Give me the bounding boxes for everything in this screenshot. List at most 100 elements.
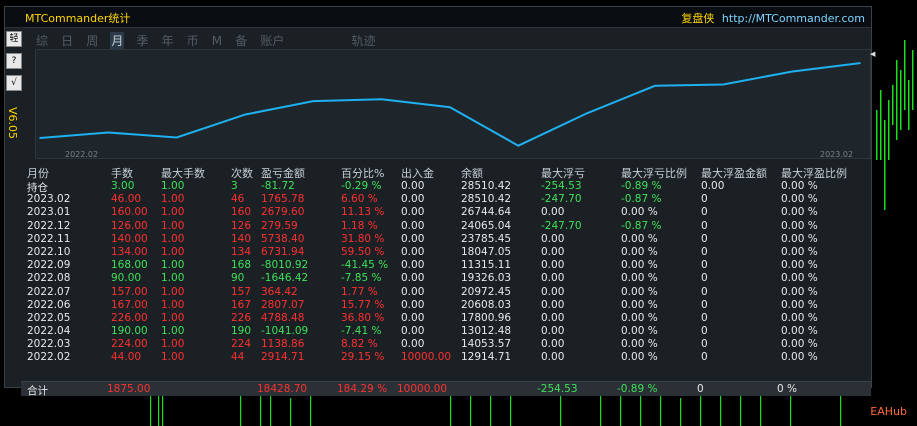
table-cell: 1765.78	[261, 193, 305, 206]
table-cell: -0.89 %	[621, 180, 662, 192]
table-row[interactable]: 2022.04 190.00 1.00 190 -1041.09 -7.41 % 0.00 1…	[27, 325, 873, 338]
tab-year[interactable]: 年	[161, 32, 175, 49]
column-header[interactable]: 最大浮盈比例	[781, 165, 847, 181]
table-cell: 18047.05	[461, 245, 512, 258]
table-cell: 0.00 %	[781, 351, 818, 364]
column-header[interactable]: 出入金	[401, 165, 434, 181]
column-header[interactable]: 手数	[111, 165, 133, 181]
table-row[interactable]: 持仓 3.00 1.00 3 -81.72 -0.29 % 0.00 28510.42 -254…	[27, 180, 873, 194]
table-cell: 46.00	[111, 193, 142, 206]
candle	[896, 60, 898, 140]
table-cell: 2807.07	[261, 298, 305, 311]
period-tabs: 综 日 周 月 季 年 币 M 备 账户 轨迹	[35, 30, 382, 49]
column-header[interactable]: 最大浮亏	[541, 165, 585, 181]
column-header[interactable]: 百分比%	[341, 165, 384, 181]
table-cell: 10000.00	[401, 351, 452, 364]
table-cell: 0.00	[401, 259, 425, 272]
table-cell: 226	[231, 311, 252, 324]
column-header[interactable]: 月份	[27, 165, 49, 181]
table-cell: -7.85 %	[341, 272, 382, 285]
table-cell: 0.00	[401, 219, 425, 232]
balance-point	[654, 85, 656, 87]
table-row[interactable]: 2022.07 157.00 1.00 157 364.42 1.77 % 0.00 2097…	[27, 286, 873, 299]
chart-x-end-label: 2023.02	[820, 150, 854, 159]
balance-point	[107, 131, 110, 134]
balance-chart-svg	[39, 62, 861, 147]
table-row[interactable]: 2023.01 160.00 1.00 160 2679.60 11.13 % 0.00 26…	[27, 206, 873, 219]
table-row[interactable]: 2022.10 134.00 1.00 134 6731.94 59.50 % 0.00 18…	[27, 246, 873, 259]
tab-trajectory[interactable]: 轨迹	[350, 32, 376, 49]
tab-magic[interactable]: M	[211, 34, 223, 48]
table-cell: 0.00	[541, 232, 565, 245]
table-cell: 1.00	[161, 285, 185, 298]
confirm-button[interactable]: √	[6, 75, 22, 91]
candle	[490, 396, 492, 426]
table-row[interactable]: 2022.12 126.00 1.00 126 279.59 1.18 % 0.00 2406…	[27, 220, 873, 233]
table-row[interactable]: 2022.11 140.00 1.00 140 5738.40 31.80 % 0.00 23…	[27, 233, 873, 246]
table-cell: 0.00 %	[621, 245, 658, 258]
column-header[interactable]: 最大手数	[161, 165, 205, 181]
tab-quarter[interactable]: 季	[135, 32, 149, 49]
table-cell: 1.00	[161, 219, 185, 232]
table-cell: 2022.05	[27, 311, 71, 324]
table-body: 持仓 3.00 1.00 3 -81.72 -0.29 % 0.00 28510.42 -254…	[27, 180, 873, 365]
table-row[interactable]: 2022.09 168.00 1.00 168 -8010.92 -41.45 % 0.00…	[27, 259, 873, 272]
tab-summary[interactable]: 综	[35, 32, 49, 49]
chart-x-start-label: 2022.02	[65, 150, 99, 159]
balance-point	[517, 144, 520, 147]
tab-day[interactable]: 日	[60, 32, 74, 49]
tab-week[interactable]: 周	[85, 32, 99, 49]
table-cell: 19326.03	[461, 272, 512, 285]
table-cell: 29.15 %	[341, 351, 385, 364]
table-cell: 14053.57	[461, 338, 512, 351]
brand-link[interactable]: 复盘侠 http://MTCommander.com	[681, 10, 865, 26]
table-cell: -0.29 %	[341, 180, 382, 192]
table-cell: 2022.06	[27, 298, 71, 311]
chart-resize-handle[interactable]: ◀	[870, 50, 875, 58]
column-header[interactable]: 盈亏金额	[261, 165, 305, 181]
balance-point	[790, 70, 793, 73]
brand-url[interactable]: http://MTCommander.com	[722, 12, 865, 25]
table-cell: 190	[231, 325, 252, 338]
table-cell: 4788.48	[261, 311, 305, 324]
window-title: MTCommander统计	[25, 12, 131, 25]
table-cell: 0.00	[401, 338, 425, 351]
tab-currency[interactable]: 币	[186, 32, 200, 49]
tab-month[interactable]: 月	[110, 32, 125, 49]
table-row[interactable]: 2023.02 46.00 1.00 46 1765.78 6.60 % 0.00 28510…	[27, 193, 873, 206]
column-header[interactable]: 次数	[231, 165, 253, 181]
lite-mode-button[interactable]: 轻	[6, 31, 22, 47]
table-cell: 168	[231, 259, 252, 272]
column-header[interactable]: 最大浮亏比例	[621, 165, 687, 181]
table-row[interactable]: 2022.08 90.00 1.00 90 -1646.42 -7.85 % 0.00 193…	[27, 272, 873, 285]
table-cell: 20972.45	[461, 285, 512, 298]
column-header[interactable]: 余额	[461, 165, 483, 181]
table-cell: 364.42	[261, 285, 298, 298]
column-header[interactable]: 最大浮盈金额	[701, 165, 767, 181]
table-row[interactable]: 2022.06 167.00 1.00 167 2807.07 15.77 % 0.00 20…	[27, 299, 873, 312]
table-cell: 0.00	[541, 285, 565, 298]
window-titlebar[interactable]: MTCommander统计 复盘侠 http://MTCommander.com	[5, 7, 871, 28]
candle	[660, 392, 662, 426]
table-cell: 0.00 %	[781, 325, 818, 338]
tab-account[interactable]: 账户	[259, 32, 285, 49]
table-cell: 2914.71	[261, 351, 305, 364]
table-cell: 226.00	[111, 311, 148, 324]
table-cell: 1.00	[161, 193, 185, 206]
table-cell: 2679.60	[261, 206, 305, 219]
table-row[interactable]: 2022.05 226.00 1.00 226 4788.48 36.80 % 0.00 17…	[27, 312, 873, 325]
table-cell: 90.00	[111, 272, 142, 285]
total-deposits: 10000.00	[397, 383, 448, 395]
tab-notes[interactable]: 备	[234, 32, 248, 49]
candle	[740, 396, 742, 426]
balance-point	[175, 136, 178, 139]
table-cell: 0.00	[541, 338, 565, 351]
table-cell: 1138.86	[261, 338, 305, 351]
table-cell: 168.00	[111, 259, 148, 272]
table-cell: 0	[701, 219, 708, 232]
candle	[912, 50, 914, 110]
table-row[interactable]: 2022.02 44.00 1.00 44 2914.71 29.15 % 10000.00…	[27, 351, 873, 364]
table-cell: 0	[701, 206, 708, 219]
table-row[interactable]: 2022.03 224.00 1.00 224 1138.86 8.82 % 0.00 140…	[27, 338, 873, 351]
help-button[interactable]: ?	[6, 53, 22, 69]
